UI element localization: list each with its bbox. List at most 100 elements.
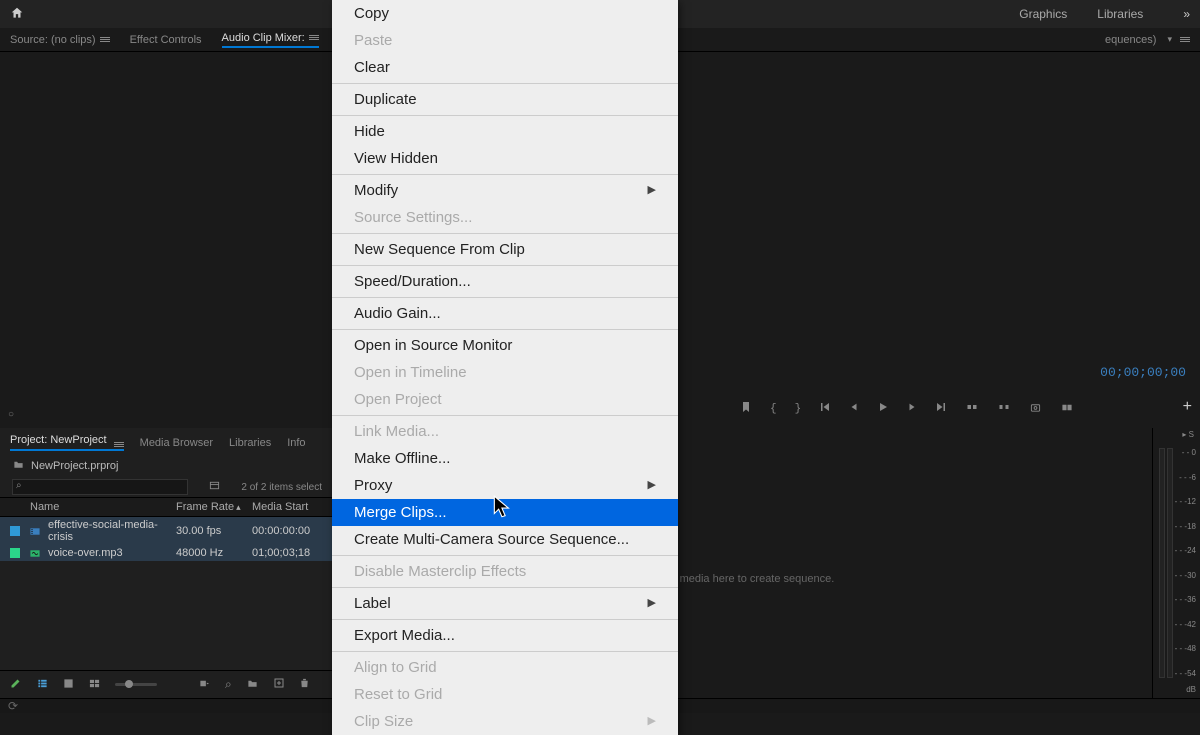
trash-icon[interactable] [299,677,310,692]
audio-meters: ▸ S - - 0- - -6- - -12- - -18- - -24- - … [1152,428,1200,698]
comparison-view-icon[interactable] [1060,402,1074,416]
menu-item-hide[interactable]: Hide [332,118,678,145]
menu-item-label: Disable Masterclip Effects [354,561,526,582]
label-swatch [10,526,20,536]
bin-icon [12,459,25,473]
menu-item-label: Merge Clips... [354,502,447,523]
submenu-arrow-icon: ▶ [648,714,656,729]
audio-clip-icon [28,548,42,559]
tab-project[interactable]: Project: NewProject [10,434,124,451]
clip-name: effective-social-media-crisis [48,519,176,543]
icon-view-icon[interactable] [63,678,74,692]
overflow-icon[interactable]: » [1183,7,1190,21]
clip-frame-rate: 48000 Hz [176,547,252,559]
mark-out-icon[interactable]: } [795,403,802,415]
meter-solo-icon[interactable]: ▸ S [1182,430,1194,439]
meter-tick: - - -36 [1175,595,1196,604]
filter-bin-icon[interactable] [208,480,221,494]
menu-item-modify[interactable]: Modify ▶ [332,177,678,204]
project-list-header: Name Frame Rate▴ Media Start [0,497,334,517]
tab-media-browser[interactable]: Media Browser [140,437,213,449]
selection-status: 2 of 2 items select [241,482,322,493]
menu-item-make-offline[interactable]: Make Offline... [332,445,678,472]
menu-item-clear[interactable]: Clear [332,54,678,81]
meter-bar-right [1167,448,1173,678]
audio-clip-mixer-tab[interactable]: Audio Clip Mixer: [222,32,319,48]
hamburger-icon[interactable] [114,442,124,447]
hamburger-icon[interactable] [1180,37,1190,42]
menu-item-export-media[interactable]: Export Media... [332,622,678,649]
submenu-arrow-icon: ▶ [648,183,656,198]
menu-item-disable-masterclip-effects: Disable Masterclip Effects [332,558,678,585]
extract-icon[interactable] [997,401,1011,416]
new-item-icon[interactable] [273,677,285,692]
menu-item-clip-size: Clip Size▶ [332,708,678,735]
menu-item-open-in-source-monitor[interactable]: Open in Source Monitor [332,332,678,359]
project-search-input[interactable] [12,479,188,495]
find-icon[interactable]: ⌕ [225,677,232,692]
hamburger-icon[interactable] [309,35,319,40]
lift-icon[interactable] [965,401,979,416]
menu-item-duplicate[interactable]: Duplicate [332,86,678,113]
project-list-row[interactable]: voice-over.mp348000 Hz01;00;03;18 [0,545,334,561]
tab-info[interactable]: Info [287,437,305,449]
step-back-icon[interactable] [849,402,859,415]
menu-separator [332,619,678,620]
meter-unit-label: dB [1186,685,1196,694]
menu-item-label: Reset to Grid [354,684,442,705]
menu-item-audio-gain[interactable]: Audio Gain... [332,300,678,327]
button-editor-plus-icon[interactable]: + [1183,398,1192,416]
hamburger-icon[interactable] [100,37,110,42]
mark-in-icon[interactable]: { [770,403,777,415]
menu-item-label: Hide [354,121,385,142]
go-to-out-icon[interactable] [935,401,947,416]
zoom-slider[interactable] [115,683,157,686]
home-icon[interactable] [10,6,24,23]
menu-item-open-project: Open Project [332,386,678,413]
menu-item-label: Open in Timeline [354,362,467,383]
effect-controls-tab[interactable]: Effect Controls [130,34,202,46]
menu-item-view-hidden[interactable]: View Hidden [332,145,678,172]
column-frame-rate[interactable]: Frame Rate▴ [176,501,252,513]
timecode-display[interactable]: 00;00;00;00 [1100,365,1186,380]
new-bin-icon[interactable] [246,678,259,692]
menu-item-label: Open Project [354,389,442,410]
add-marker-icon[interactable] [740,401,752,416]
go-to-in-icon[interactable] [819,401,831,416]
sort-icon[interactable] [171,678,184,692]
project-filename: NewProject.prproj [31,460,118,472]
list-view-icon[interactable] [36,678,49,692]
menu-item-merge-clips[interactable]: Merge Clips... [332,499,678,526]
sequences-tab[interactable]: equences) ▾ [1105,34,1190,46]
automate-to-sequence-icon[interactable] [198,678,211,692]
menu-item-label: Modify [354,180,398,201]
menu-item-new-sequence-from-clip[interactable]: New Sequence From Clip [332,236,678,263]
menu-item-proxy[interactable]: Proxy▶ [332,472,678,499]
menu-separator [332,555,678,556]
pencil-icon[interactable] [10,677,22,692]
column-name[interactable]: Name [10,501,176,513]
play-icon[interactable] [877,401,889,416]
menu-item-source-settings: Source Settings... [332,204,678,231]
menu-item-copy[interactable]: Copy [332,0,678,27]
freeform-view-icon[interactable] [88,678,101,692]
menu-item-reset-to-grid: Reset to Grid [332,681,678,708]
project-file-row[interactable]: NewProject.prproj [0,455,334,477]
menu-item-speed-duration[interactable]: Speed/Duration... [332,268,678,295]
workspace-tab-libraries[interactable]: Libraries [1097,7,1143,21]
menu-item-label[interactable]: Label▶ [332,590,678,617]
column-media-start[interactable]: Media Start [252,501,324,513]
menu-item-label: Align to Grid [354,657,437,678]
menu-separator [332,265,678,266]
project-list-row[interactable]: effective-social-media-crisis30.00 fps00… [0,517,334,545]
menu-item-label: Source Settings... [354,207,472,228]
export-frame-icon[interactable] [1029,402,1042,416]
menu-separator [332,115,678,116]
tab-libraries[interactable]: Libraries [229,437,271,449]
menu-separator [332,587,678,588]
step-forward-icon[interactable] [907,402,917,415]
menu-item-create-multi-camera-source-sequence[interactable]: Create Multi-Camera Source Sequence... [332,526,678,553]
menu-item-label: Clear [354,57,390,78]
workspace-tab-graphics[interactable]: Graphics [1019,7,1067,21]
source-tab[interactable]: Source: (no clips) [10,34,110,46]
